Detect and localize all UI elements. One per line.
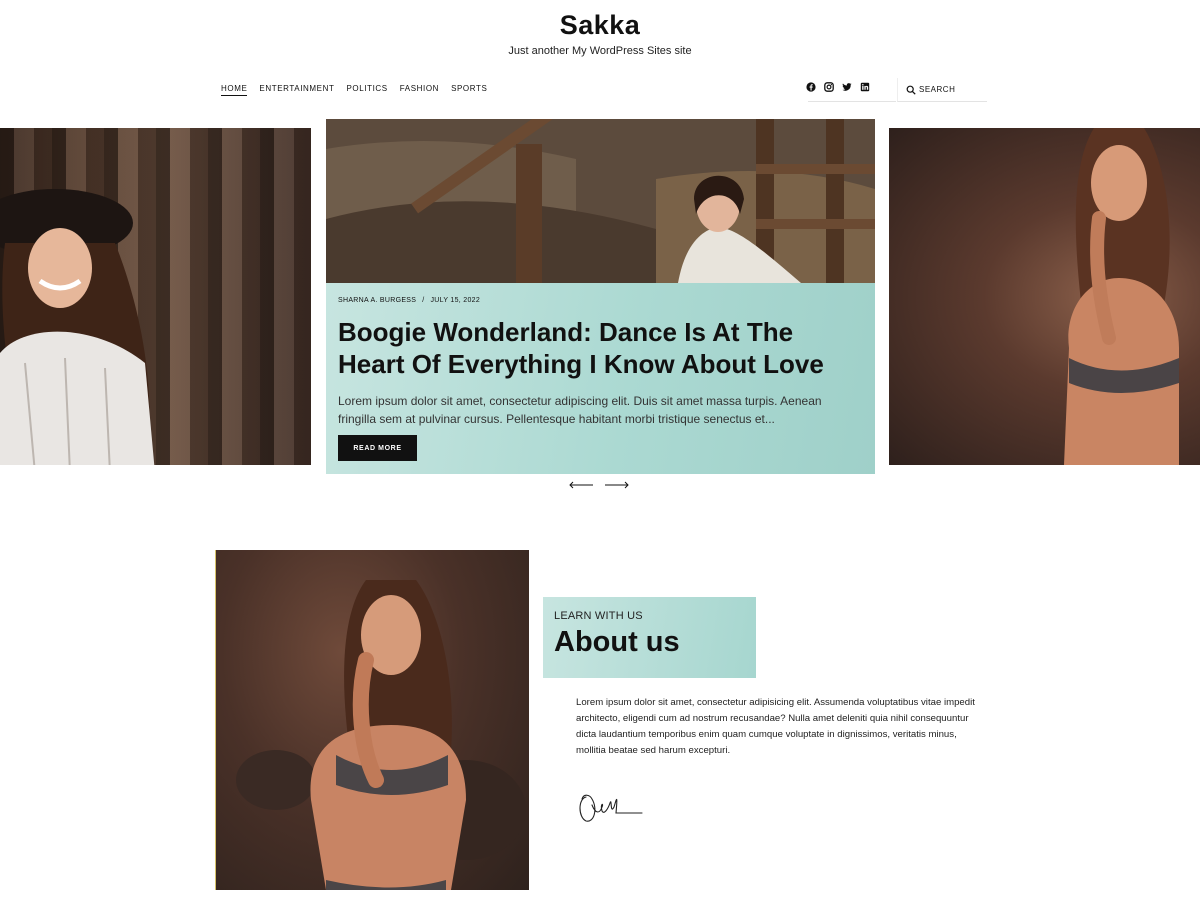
woman-on-stairs-photo — [326, 119, 875, 283]
meta-separator: / — [422, 297, 425, 304]
slider-arrows — [569, 480, 629, 490]
read-more-button[interactable]: READ MORE — [338, 435, 417, 461]
arrow-right-icon[interactable] — [605, 480, 629, 490]
linkedin-icon[interactable] — [860, 82, 870, 92]
nav-item-entertainment[interactable]: ENTERTAINMENT — [259, 84, 334, 96]
post-excerpt: Lorem ipsum dolor sit amet, consectetur … — [338, 394, 822, 426]
social-links — [806, 82, 870, 92]
twitter-icon[interactable] — [842, 82, 852, 92]
nav-item-home[interactable]: HOME — [221, 84, 248, 96]
signature-image — [579, 794, 643, 822]
search-label: SEARCH — [919, 85, 956, 94]
about-heading-box: LEARN WITH US About us — [543, 597, 756, 678]
search-toggle[interactable]: SEARCH — [897, 78, 987, 102]
instagram-icon[interactable] — [824, 82, 834, 92]
post-title[interactable]: Boogie Wonderland: Dance Is At The Heart… — [338, 316, 863, 380]
nav-item-politics[interactable]: POLITICS — [346, 84, 387, 96]
nav-item-fashion[interactable]: FASHION — [400, 84, 439, 96]
facebook-icon[interactable] — [806, 82, 816, 92]
slide-image-next[interactable] — [889, 128, 1200, 465]
slide-image-previous[interactable] — [0, 128, 311, 465]
search-icon — [906, 85, 916, 95]
about-kicker: LEARN WITH US — [554, 610, 643, 622]
post-author[interactable]: SHARNA A. BURGESS — [338, 297, 416, 304]
site-tagline: Just another My WordPress Sites site — [508, 45, 692, 57]
about-image — [215, 550, 529, 890]
post-date[interactable]: JULY 15, 2022 — [430, 297, 480, 304]
woman-in-hat-photo — [0, 189, 155, 465]
arrow-left-icon[interactable] — [569, 480, 593, 490]
woman-on-rocks-photo — [1064, 128, 1179, 465]
primary-nav: HOME ENTERTAINMENT POLITICS FASHION SPOR… — [221, 84, 487, 96]
nav-item-sports[interactable]: SPORTS — [451, 84, 487, 96]
about-title: About us — [554, 626, 680, 658]
about-text: Lorem ipsum dolor sit amet, consectetur … — [576, 697, 975, 756]
featured-card: SHARNA A. BURGESS / JULY 15, 2022 Boogie… — [326, 283, 875, 474]
page: Sakka Just another My WordPress Sites si… — [0, 0, 1200, 900]
site-title[interactable]: Sakka — [0, 10, 1200, 41]
post-meta: SHARNA A. BURGESS / JULY 15, 2022 — [338, 297, 863, 304]
featured-image[interactable] — [326, 119, 875, 283]
featured-slide: SHARNA A. BURGESS / JULY 15, 2022 Boogie… — [326, 119, 875, 474]
social-divider — [808, 101, 896, 102]
woman-portrait-photo — [236, 580, 526, 890]
